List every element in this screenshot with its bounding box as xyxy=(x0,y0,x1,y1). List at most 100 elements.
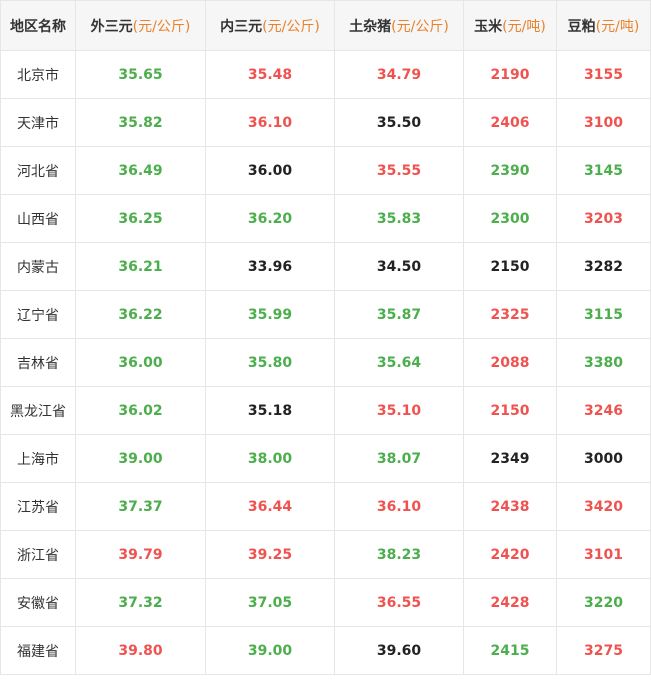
price-cell-local-pig: 35.50 xyxy=(334,98,464,147)
table-row: 天津市 35.82 36.10 35.50 2406 3100 xyxy=(0,98,651,147)
price-cell-local-pig: 35.64 xyxy=(334,338,464,387)
price-cell-local-pig: 35.87 xyxy=(334,290,464,339)
price-cell-corn: 2390 xyxy=(463,146,557,195)
header-region: 地区名称 xyxy=(0,0,76,51)
price-cell-inner-three: 35.99 xyxy=(205,290,335,339)
header-name: 玉米 xyxy=(474,18,503,35)
price-cell-corn: 2406 xyxy=(463,98,557,147)
price-cell-corn: 2349 xyxy=(463,434,557,483)
price-cell-inner-three: 35.18 xyxy=(205,386,335,435)
region-cell: 安徽省 xyxy=(0,578,76,627)
price-cell-outer-three: 36.25 xyxy=(75,194,206,243)
table-row: 浙江省 39.79 39.25 38.23 2420 3101 xyxy=(0,530,651,579)
header-inner-three: 内三元(元/公斤) xyxy=(205,0,335,51)
header-name: 内三元 xyxy=(220,18,263,35)
price-cell-inner-three: 36.00 xyxy=(205,146,335,195)
table-body: 北京市 35.65 35.48 34.79 2190 3155 天津市 35.82 36.10 3… xyxy=(0,50,651,675)
price-cell-inner-three: 36.20 xyxy=(205,194,335,243)
price-cell-soymeal: 3101 xyxy=(556,530,651,579)
table-row: 黑龙江省 36.02 35.18 35.10 2150 3246 xyxy=(0,386,651,435)
price-cell-corn: 2300 xyxy=(463,194,557,243)
price-cell-soymeal: 3275 xyxy=(556,626,651,675)
price-cell-outer-three: 36.00 xyxy=(75,338,206,387)
region-cell: 上海市 xyxy=(0,434,76,483)
price-cell-corn: 2190 xyxy=(463,50,557,99)
price-cell-corn: 2420 xyxy=(463,530,557,579)
price-cell-local-pig: 36.10 xyxy=(334,482,464,531)
price-cell-corn: 2150 xyxy=(463,242,557,291)
table-row: 内蒙古 36.21 33.96 34.50 2150 3282 xyxy=(0,242,651,291)
price-cell-soymeal: 3380 xyxy=(556,338,651,387)
region-cell: 河北省 xyxy=(0,146,76,195)
price-cell-outer-three: 36.49 xyxy=(75,146,206,195)
price-cell-local-pig: 39.60 xyxy=(334,626,464,675)
table-row: 安徽省 37.32 37.05 36.55 2428 3220 xyxy=(0,578,651,627)
price-cell-outer-three: 39.79 xyxy=(75,530,206,579)
header-name: 外三元 xyxy=(90,18,133,35)
price-cell-local-pig: 35.55 xyxy=(334,146,464,195)
region-cell: 吉林省 xyxy=(0,338,76,387)
table-row: 江苏省 37.37 36.44 36.10 2438 3420 xyxy=(0,482,651,531)
price-cell-inner-three: 39.25 xyxy=(205,530,335,579)
price-cell-outer-three: 37.32 xyxy=(75,578,206,627)
region-cell: 辽宁省 xyxy=(0,290,76,339)
price-cell-outer-three: 36.02 xyxy=(75,386,206,435)
price-cell-local-pig: 34.79 xyxy=(334,50,464,99)
header-unit: (元/公斤) xyxy=(132,18,191,35)
table-row: 上海市 39.00 38.00 38.07 2349 3000 xyxy=(0,434,651,483)
price-cell-outer-three: 36.21 xyxy=(75,242,206,291)
price-cell-soymeal: 3220 xyxy=(556,578,651,627)
header-row: 地区名称 外三元(元/公斤) 内三元(元/公斤) 土杂猪(元/公斤) 玉米(元/… xyxy=(0,0,651,51)
header-unit: (元/吨) xyxy=(502,18,546,35)
region-cell: 天津市 xyxy=(0,98,76,147)
price-cell-corn: 2428 xyxy=(463,578,557,627)
header-local-pig: 土杂猪(元/公斤) xyxy=(334,0,464,51)
price-cell-soymeal: 3000 xyxy=(556,434,651,483)
price-cell-local-pig: 34.50 xyxy=(334,242,464,291)
price-cell-local-pig: 38.23 xyxy=(334,530,464,579)
price-cell-outer-three: 39.80 xyxy=(75,626,206,675)
price-cell-outer-three: 39.00 xyxy=(75,434,206,483)
price-cell-outer-three: 37.37 xyxy=(75,482,206,531)
price-cell-corn: 2415 xyxy=(463,626,557,675)
price-cell-corn: 2325 xyxy=(463,290,557,339)
price-cell-corn: 2438 xyxy=(463,482,557,531)
table-row: 山西省 36.25 36.20 35.83 2300 3203 xyxy=(0,194,651,243)
price-cell-outer-three: 36.22 xyxy=(75,290,206,339)
table-row: 河北省 36.49 36.00 35.55 2390 3145 xyxy=(0,146,651,195)
table-row: 北京市 35.65 35.48 34.79 2190 3155 xyxy=(0,50,651,99)
region-cell: 北京市 xyxy=(0,50,76,99)
table-header: 地区名称 外三元(元/公斤) 内三元(元/公斤) 土杂猪(元/公斤) 玉米(元/… xyxy=(0,0,651,51)
price-cell-soymeal: 3100 xyxy=(556,98,651,147)
price-cell-soymeal: 3115 xyxy=(556,290,651,339)
price-cell-outer-three: 35.65 xyxy=(75,50,206,99)
region-cell: 黑龙江省 xyxy=(0,386,76,435)
header-unit: (元/公斤) xyxy=(391,18,449,35)
price-cell-soymeal: 3155 xyxy=(556,50,651,99)
price-cell-local-pig: 36.55 xyxy=(334,578,464,627)
price-cell-soymeal: 3282 xyxy=(556,242,651,291)
price-cell-soymeal: 3203 xyxy=(556,194,651,243)
price-cell-soymeal: 3420 xyxy=(556,482,651,531)
table-row: 福建省 39.80 39.00 39.60 2415 3275 xyxy=(0,626,651,675)
price-cell-inner-three: 33.96 xyxy=(205,242,335,291)
price-cell-outer-three: 35.82 xyxy=(75,98,206,147)
price-cell-corn: 2088 xyxy=(463,338,557,387)
region-cell: 浙江省 xyxy=(0,530,76,579)
price-cell-inner-three: 38.00 xyxy=(205,434,335,483)
header-outer-three: 外三元(元/公斤) xyxy=(75,0,206,51)
price-cell-soymeal: 3145 xyxy=(556,146,651,195)
header-name: 土杂猪 xyxy=(349,18,392,35)
header-unit: (元/公斤) xyxy=(262,18,320,35)
table-row: 辽宁省 36.22 35.99 35.87 2325 3115 xyxy=(0,290,651,339)
price-cell-inner-three: 36.44 xyxy=(205,482,335,531)
price-cell-local-pig: 35.10 xyxy=(334,386,464,435)
region-cell: 福建省 xyxy=(0,626,76,675)
price-cell-inner-three: 37.05 xyxy=(205,578,335,627)
region-cell: 江苏省 xyxy=(0,482,76,531)
header-name: 豆粕 xyxy=(567,18,596,35)
header-soymeal: 豆粕(元/吨) xyxy=(556,0,651,51)
price-cell-inner-three: 35.48 xyxy=(205,50,335,99)
price-cell-local-pig: 35.83 xyxy=(334,194,464,243)
price-cell-soymeal: 3246 xyxy=(556,386,651,435)
